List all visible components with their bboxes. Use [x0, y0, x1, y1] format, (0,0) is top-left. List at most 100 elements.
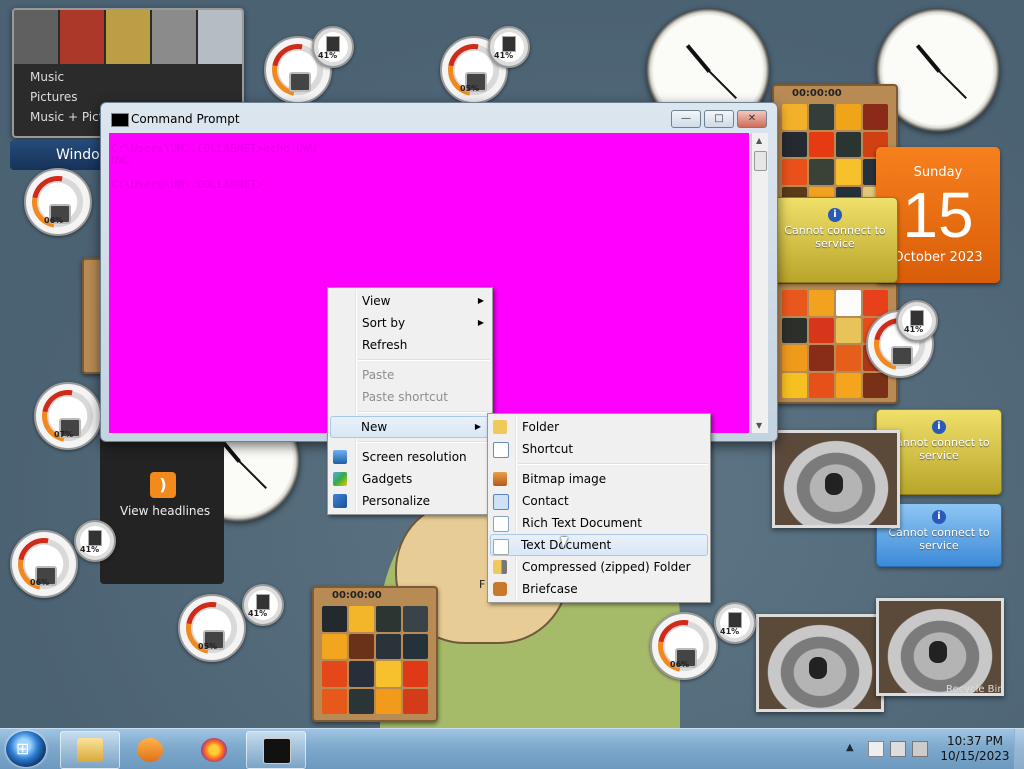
menu-separator — [518, 463, 708, 465]
shortcut-icon — [493, 442, 509, 458]
menu-label: Folder — [522, 420, 560, 434]
puzzle-grid[interactable] — [322, 606, 428, 714]
taskbar-explorer[interactable] — [60, 731, 120, 769]
media-item-music-pictures[interactable]: Music + Pict — [30, 110, 103, 124]
close-button[interactable]: ✕ — [737, 110, 767, 128]
cpu-dial — [178, 594, 246, 662]
menu-label: New — [361, 420, 388, 434]
menu-item-screen-resolution[interactable]: Screen resolution — [328, 446, 492, 468]
calendar-day: Sunday — [913, 165, 963, 180]
puzzle-grid[interactable] — [782, 104, 888, 212]
menu-separator — [358, 441, 490, 443]
memory-dial — [896, 300, 938, 342]
menu-label: Gadgets — [362, 472, 413, 486]
network-icon[interactable] — [890, 741, 906, 757]
cpu-meter-gadget[interactable]: 06% 41% — [650, 602, 756, 680]
console-text: C:\Users\UM1.COLLABNET>echo UWU UWU C:\U… — [111, 142, 317, 191]
menu-item-paste-shortcut: Paste shortcut — [328, 386, 492, 408]
menu-label: View — [362, 294, 391, 308]
menu-label: Personalize — [362, 494, 431, 508]
memory-icon — [910, 310, 924, 326]
menu-item-shortcut[interactable]: Shortcut — [488, 438, 710, 460]
menu-item-new[interactable]: New ▶ — [330, 416, 490, 438]
menu-item-contact[interactable]: Contact — [488, 490, 710, 512]
cpu-dial — [650, 612, 718, 680]
scroll-thumb[interactable] — [754, 151, 767, 171]
menu-item-bitmap[interactable]: Bitmap image — [488, 468, 710, 490]
taskbar-media-player[interactable] — [120, 731, 180, 769]
cpu-meter-gadget[interactable]: 05% 41% — [440, 26, 530, 104]
menu-label: Compressed (zipped) Folder — [522, 560, 691, 574]
weather-message: Cannot connect to service — [784, 224, 886, 250]
cpu-meter-gadget[interactable]: 06% 41% — [10, 520, 116, 598]
monitor-icon — [333, 450, 347, 464]
partial-desktop-label: F — [479, 578, 486, 591]
volume-icon[interactable] — [912, 741, 928, 757]
cpu-percent: 06% — [670, 660, 690, 669]
minimize-button[interactable]: — — [671, 110, 701, 128]
media-player-icon — [137, 738, 163, 762]
media-thumbnails — [14, 10, 242, 64]
menu-item-refresh[interactable]: Refresh — [328, 334, 492, 356]
feed-label[interactable]: View headlines — [120, 504, 210, 518]
vertical-scrollbar[interactable]: ▲ ▼ — [751, 133, 768, 433]
media-item-music[interactable]: Music — [30, 70, 64, 84]
submenu-arrow-icon: ▶ — [477, 318, 484, 327]
start-button[interactable]: ⊞ — [6, 731, 46, 767]
scroll-up-icon[interactable]: ▲ — [756, 136, 762, 145]
cmd-icon — [111, 113, 129, 127]
folder-icon — [77, 738, 103, 762]
text-document-icon — [493, 539, 509, 555]
desktop[interactable]: Music Pictures Music + Pict Windo 00:00:… — [0, 0, 1024, 728]
action-center-icon[interactable] — [868, 741, 884, 757]
memory-percent: 41% — [494, 51, 514, 60]
memory-dial — [488, 26, 530, 68]
personalize-icon — [333, 494, 347, 508]
taskbar: ⊞ ▲ 10:37 PM 10/15/2023 — [0, 728, 1024, 769]
menu-label: Paste shortcut — [362, 390, 448, 404]
memory-icon — [256, 594, 270, 610]
windows-logo-icon: ⊞ — [16, 739, 30, 758]
window-title: Command Prompt — [131, 112, 240, 126]
cpu-dial — [34, 382, 102, 450]
cpu-meter-gadget[interactable]: 06% — [24, 158, 110, 236]
menu-item-sort-by[interactable]: Sort by ▶ — [328, 312, 492, 334]
menu-separator — [358, 411, 490, 413]
slideshow-gadget[interactable] — [772, 430, 900, 528]
taskbar-firefox[interactable] — [184, 731, 244, 769]
zip-folder-icon — [493, 560, 507, 574]
tray-expand-icon[interactable]: ▲ — [846, 742, 854, 753]
menu-item-briefcase[interactable]: Briefcase — [488, 578, 710, 600]
slideshow-gadget[interactable] — [756, 614, 884, 712]
menu-item-rich-text[interactable]: Rich Text Document — [488, 512, 710, 534]
menu-item-personalize[interactable]: Personalize — [328, 490, 492, 512]
feed-headlines-gadget[interactable]: ) View headlines — [100, 438, 224, 584]
menu-item-zipped-folder[interactable]: Compressed (zipped) Folder — [488, 556, 710, 578]
menu-item-gadgets[interactable]: Gadgets — [328, 468, 492, 490]
taskbar-command-prompt[interactable] — [246, 731, 306, 769]
puzzle-timer: 00:00:00 — [332, 590, 382, 601]
menu-item-folder[interactable]: Folder — [488, 416, 710, 438]
desktop-context-menu: View ▶ Sort by ▶ Refresh Paste Paste short… — [327, 287, 493, 515]
recycle-bin-label[interactable]: Recycle Bin — [946, 684, 1004, 695]
koala-nose — [929, 641, 947, 663]
show-desktop-button[interactable] — [1014, 729, 1024, 769]
cpu-meter-gadget[interactable]: 05% 41% — [178, 584, 284, 662]
slideshow-gadget[interactable] — [876, 598, 1004, 696]
cpu-meter-gadget[interactable]: 41% — [866, 300, 952, 378]
rss-icon: ) — [150, 472, 176, 498]
memory-dial — [74, 520, 116, 562]
cpu-dial — [10, 530, 78, 598]
media-item-pictures[interactable]: Pictures — [30, 90, 78, 104]
scroll-down-icon[interactable]: ▼ — [756, 421, 762, 430]
menu-item-view[interactable]: View ▶ — [328, 290, 492, 312]
maximize-button[interactable]: □ — [704, 110, 734, 128]
weather-gadget[interactable]: i Cannot connect to service — [772, 197, 898, 283]
memory-percent: 41% — [248, 609, 268, 618]
cpu-percent: 05% — [460, 84, 480, 93]
memory-percent: 41% — [904, 325, 924, 334]
puzzle-gadget[interactable]: 00:00:00 — [312, 586, 438, 722]
taskbar-clock[interactable]: 10:37 PM 10/15/2023 — [940, 734, 1010, 764]
cpu-meter-gadget[interactable]: 41% — [264, 26, 354, 104]
menu-item-text-document[interactable]: Text Document — [490, 534, 708, 556]
